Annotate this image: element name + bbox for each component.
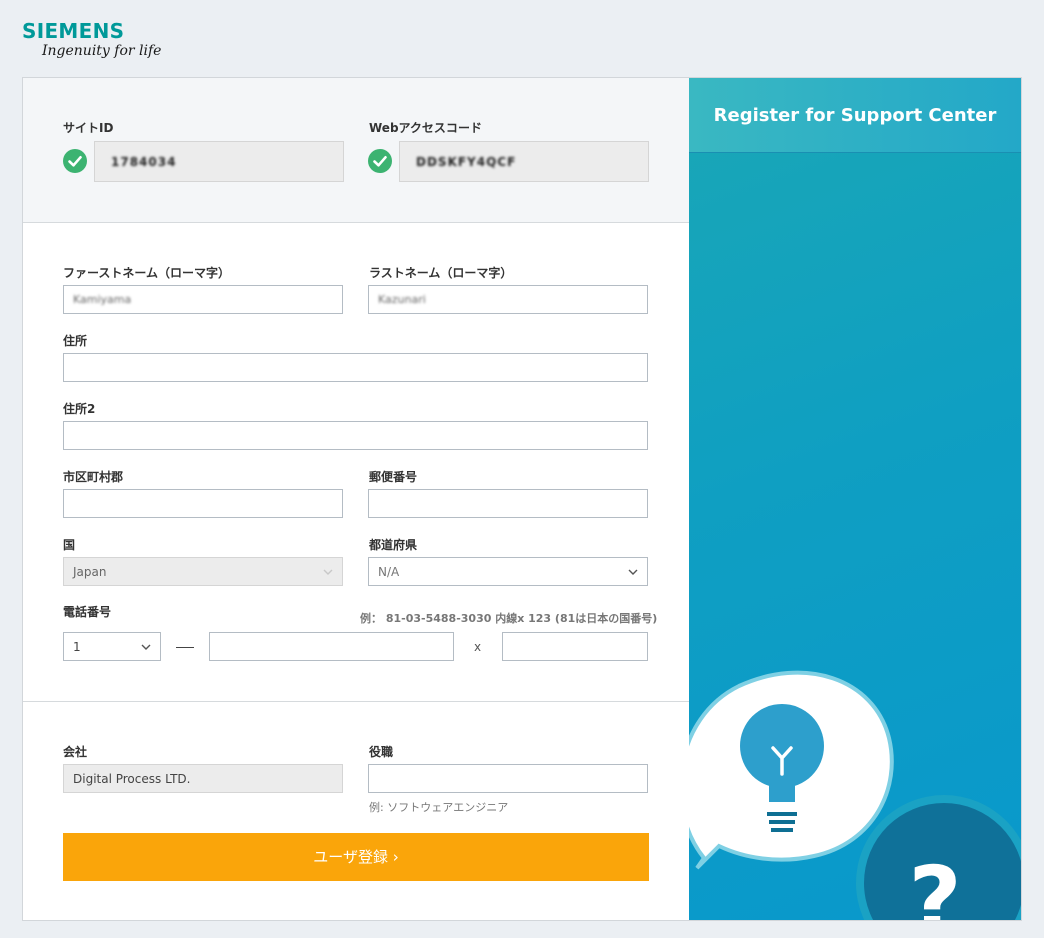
speech-bubble-lightbulb-icon	[689, 670, 894, 870]
question-mark-icon: ?	[856, 795, 1021, 920]
last-name-input[interactable]: Kazunari	[368, 285, 648, 314]
phone-extension-separator: x	[474, 640, 482, 654]
phone-format-hint: 例： 81-03-5488-3030 内線x 123 (81は日本の国番号)	[360, 612, 658, 625]
city-label: 市区町村郡	[63, 470, 124, 484]
phone-extension-input[interactable]	[502, 632, 648, 661]
address2-label: 住所2	[63, 402, 96, 416]
prefecture-label: 都道府県	[369, 538, 418, 552]
chevron-down-icon	[140, 639, 152, 653]
support-center-title: Register for Support Center	[713, 105, 997, 126]
web-access-code-label: Webアクセスコード	[369, 121, 482, 135]
registration-form: サイトID 1784034 Webアクセスコード DDSKFY4QCF ファース…	[23, 78, 689, 920]
phone-number-input[interactable]	[209, 632, 454, 661]
company-label: 会社	[63, 745, 88, 759]
address-input[interactable]	[63, 353, 648, 382]
phone-dash-separator	[176, 647, 194, 648]
job-title-hint: 例: ソフトウェアエンジニア	[369, 801, 509, 814]
last-name-label: ラストネーム（ローマ字）	[369, 266, 513, 280]
country-value: Japan	[73, 565, 107, 579]
lightbulb-question-illustration: ?	[689, 670, 1021, 920]
first-name-label: ファーストネーム（ローマ字）	[63, 266, 231, 280]
chevron-down-icon	[627, 564, 639, 578]
prefecture-value: N/A	[378, 565, 400, 579]
register-user-button[interactable]: ユーザ登録 ›	[63, 833, 649, 881]
phone-country-code-value: 1	[73, 640, 81, 654]
site-id-value: 1784034	[111, 155, 177, 169]
postal-code-input[interactable]	[368, 489, 648, 518]
job-title-input[interactable]	[368, 764, 648, 793]
country-label: 国	[63, 538, 76, 552]
registration-card: サイトID 1784034 Webアクセスコード DDSKFY4QCF ファース…	[22, 77, 1022, 921]
country-select: Japan	[63, 557, 343, 586]
site-id-label: サイトID	[63, 121, 114, 135]
job-title-label: 役職	[369, 745, 394, 759]
first-name-value: Kamiyama	[73, 293, 132, 306]
section-divider	[23, 701, 689, 702]
city-input[interactable]	[63, 489, 343, 518]
company-field: Digital Process LTD.	[63, 764, 343, 793]
check-circle-icon	[63, 149, 87, 173]
prefecture-select[interactable]: N/A	[368, 557, 648, 586]
address2-input[interactable]	[63, 421, 648, 450]
site-id-field: 1784034	[94, 141, 344, 182]
logo-brand: SIEMENS	[22, 19, 125, 43]
support-center-panel: Register for Support Center ?	[689, 78, 1021, 920]
phone-country-code-select[interactable]: 1	[63, 632, 161, 661]
siemens-logo: SIEMENS Ingenuity for life	[22, 20, 161, 60]
last-name-value: Kazunari	[378, 293, 426, 306]
support-center-header: Register for Support Center	[689, 78, 1021, 153]
address-label: 住所	[63, 334, 88, 348]
web-access-code-value: DDSKFY4QCF	[416, 155, 517, 169]
web-access-code-field: DDSKFY4QCF	[399, 141, 649, 182]
first-name-input[interactable]: Kamiyama	[63, 285, 343, 314]
phone-label: 電話番号	[63, 605, 112, 619]
chevron-down-icon	[322, 564, 334, 578]
company-value: Digital Process LTD.	[73, 772, 191, 786]
svg-text:?: ?	[908, 847, 961, 920]
postal-code-label: 郵便番号	[369, 470, 418, 484]
logo-tagline: Ingenuity for life	[42, 43, 162, 59]
check-circle-icon	[368, 149, 392, 173]
